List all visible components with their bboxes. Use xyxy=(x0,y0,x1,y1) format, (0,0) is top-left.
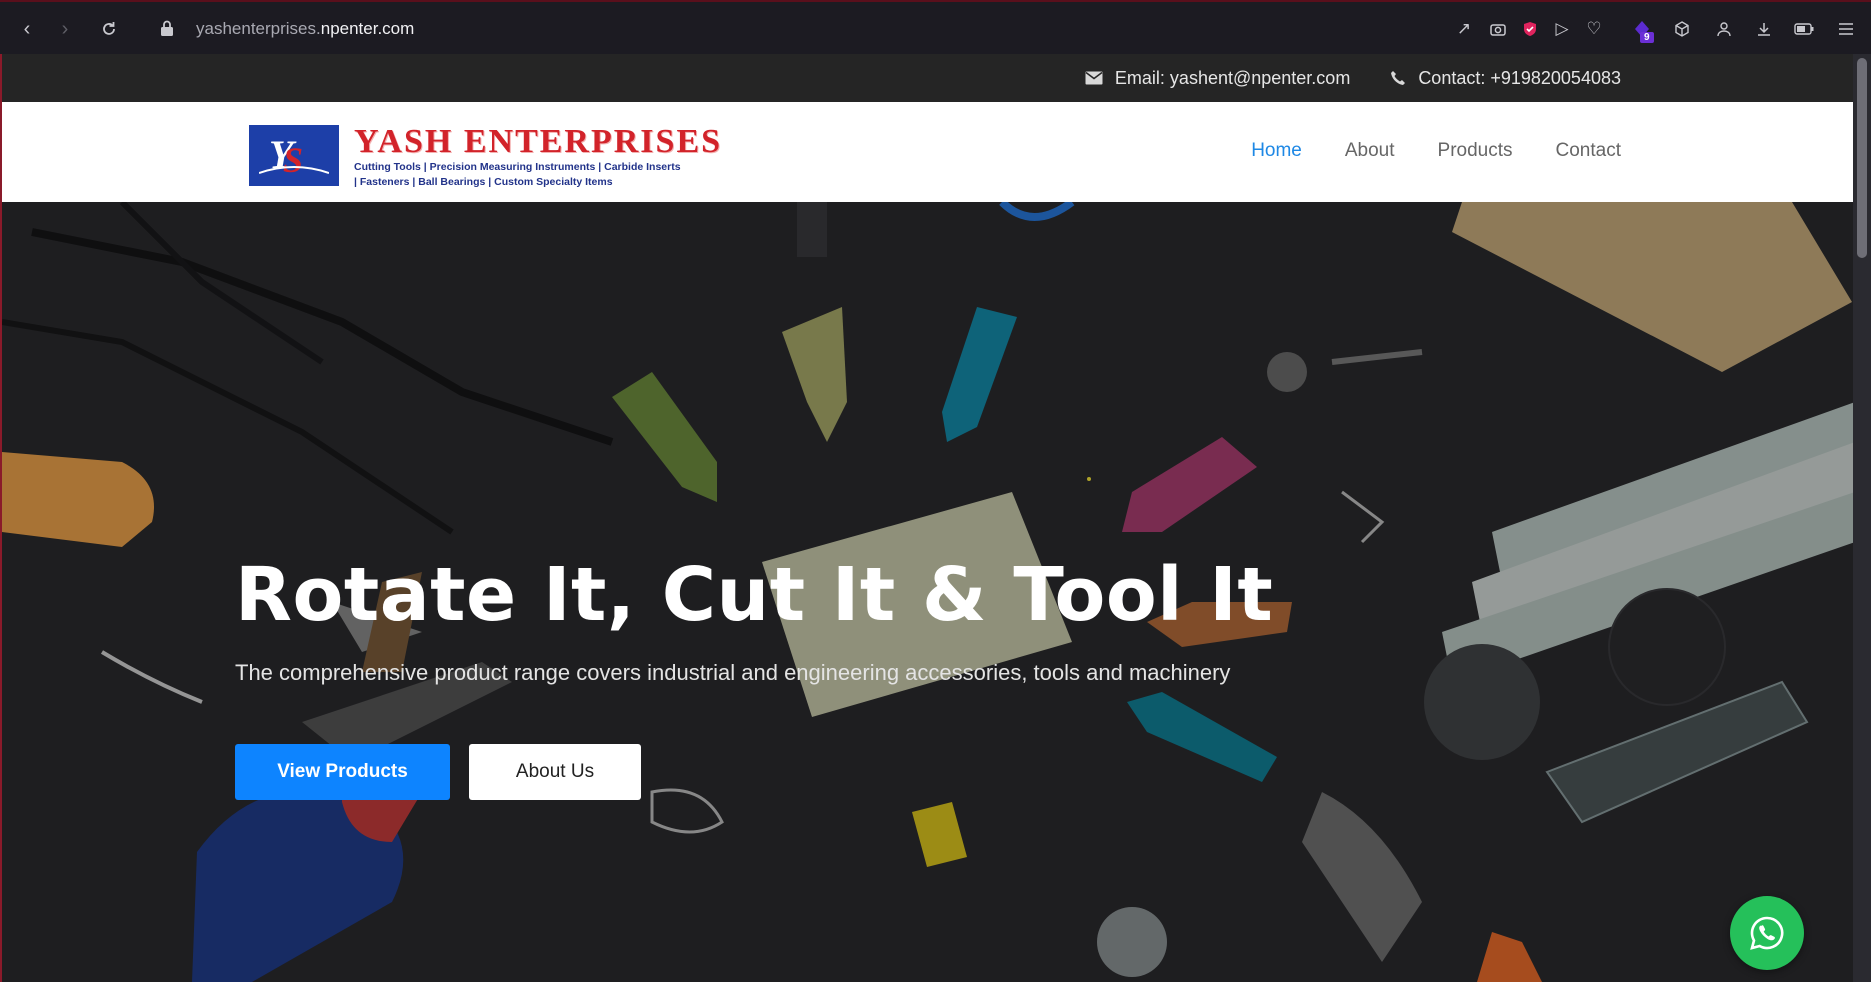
page-scrollbar[interactable] xyxy=(1853,54,1871,982)
phone-icon xyxy=(1391,71,1406,85)
browser-toolbar: ‹ › yashenterprises.npenter.com ↗ ▷ ♡ 9 xyxy=(0,0,1871,54)
envelope-icon xyxy=(1085,71,1103,85)
contact-text: Contact: +919820054083 xyxy=(1418,67,1621,88)
scrollbar-thumb[interactable] xyxy=(1857,58,1867,258)
cube-icon[interactable] xyxy=(1672,19,1692,39)
battery-icon[interactable] xyxy=(1794,19,1814,39)
whatsapp-button[interactable] xyxy=(1730,896,1804,970)
contact-topbar: Email: yashent@npenter.com Contact: +919… xyxy=(2,54,1853,102)
url-prefix: yashenterprises. xyxy=(196,19,321,38)
heart-icon[interactable]: ♡ xyxy=(1584,19,1604,39)
download-icon[interactable] xyxy=(1754,19,1774,39)
about-us-button[interactable]: About Us xyxy=(469,744,641,800)
brand-logo[interactable]: YS YASH ENTERPRISES Cutting Tools | Prec… xyxy=(249,125,722,189)
topbar-email[interactable]: Email: yashent@npenter.com xyxy=(1085,68,1350,89)
send-icon[interactable]: ▷ xyxy=(1552,19,1572,39)
forward-icon[interactable]: › xyxy=(52,16,78,42)
shield-icon[interactable] xyxy=(1520,19,1540,39)
nav-products[interactable]: Products xyxy=(1438,140,1513,162)
address-bar[interactable]: yashenterprises.npenter.com xyxy=(196,19,414,39)
nav-contact[interactable]: Contact xyxy=(1556,140,1621,162)
profile-icon[interactable] xyxy=(1714,19,1734,39)
brand-name: YASH ENTERPRISES xyxy=(354,123,723,160)
back-icon[interactable]: ‹ xyxy=(14,16,40,42)
lock-icon xyxy=(160,20,174,36)
logo-mark: YS xyxy=(249,125,339,186)
view-products-button[interactable]: View Products xyxy=(235,744,450,800)
topbar-contact[interactable]: Contact: +919820054083 xyxy=(1390,68,1621,89)
brand-tagline-1: Cutting Tools | Precision Measuring Inst… xyxy=(354,161,681,173)
email-text: Email: yashent@npenter.com xyxy=(1114,67,1351,88)
brand-tagline-2: | Fasteners | Ball Bearings | Custom Spe… xyxy=(354,176,613,188)
web-page: Email: yashent@npenter.com Contact: +919… xyxy=(0,54,1853,982)
whatsapp-icon xyxy=(1750,916,1784,950)
hero-title: Rotate It, Cut It & Tool It xyxy=(235,552,1274,638)
url-domain: npenter.com xyxy=(320,19,415,38)
nav-home[interactable]: Home xyxy=(1251,140,1302,162)
extension-badge: 9 xyxy=(1640,32,1654,43)
site-header: YS YASH ENTERPRISES Cutting Tools | Prec… xyxy=(2,102,1853,202)
reload-icon[interactable] xyxy=(96,16,122,42)
menu-icon[interactable] xyxy=(1836,19,1856,39)
nav-about[interactable]: About xyxy=(1345,140,1395,162)
share-icon[interactable]: ↗ xyxy=(1454,19,1474,39)
hero-section: Rotate It, Cut It & Tool It The comprehe… xyxy=(2,202,1853,982)
hero-subtitle: The comprehensive product range covers i… xyxy=(235,660,1231,685)
main-nav: Home About Products Contact xyxy=(1251,140,1621,162)
camera-icon[interactable] xyxy=(1488,19,1508,39)
